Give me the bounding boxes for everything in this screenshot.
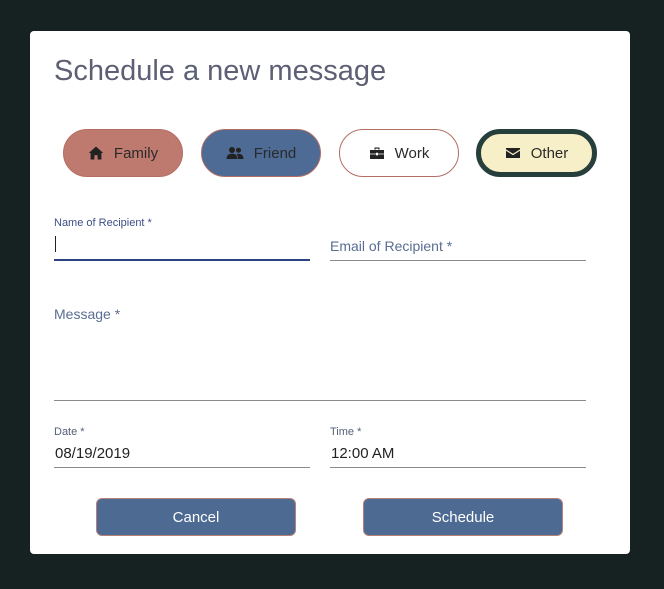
time-underline [330, 467, 586, 468]
time-label: Time * [330, 426, 362, 438]
category-friend-label: Friend [253, 144, 297, 162]
text-caret [55, 236, 56, 252]
time-value: 12:00 AM [331, 445, 395, 462]
users-icon [226, 145, 244, 161]
date-field[interactable]: Date * 08/19/2019 [54, 426, 310, 468]
category-work-button[interactable]: Work [339, 129, 459, 177]
briefcase-icon [369, 145, 385, 161]
message-underline [54, 400, 586, 401]
category-friend-button[interactable]: Friend [201, 129, 321, 177]
cancel-button[interactable]: Cancel [96, 498, 296, 536]
date-underline [54, 467, 310, 468]
schedule-button[interactable]: Schedule [363, 498, 563, 536]
recipient-email-field[interactable]: Email of Recipient * [330, 217, 586, 261]
category-other-button[interactable]: Other [476, 129, 597, 177]
category-other-label: Other [530, 144, 569, 162]
recipient-name-label: Name of Recipient * [54, 217, 152, 229]
category-family-label: Family [113, 144, 159, 162]
schedule-dialog: Schedule a new message Family Friend Wor… [30, 31, 630, 554]
category-work-label: Work [394, 144, 430, 162]
dialog-title: Schedule a new message [54, 55, 387, 87]
recipient-name-field[interactable]: Name of Recipient * [54, 217, 310, 261]
date-value: 08/19/2019 [55, 445, 131, 462]
time-field[interactable]: Time * 12:00 AM [330, 426, 586, 468]
home-icon [88, 145, 104, 161]
recipient-email-underline [330, 260, 586, 261]
message-label: Message * [54, 306, 121, 322]
category-family-button[interactable]: Family [63, 129, 183, 177]
message-field[interactable]: Message * [54, 303, 586, 401]
date-label: Date * [54, 426, 85, 438]
recipient-name-underline [54, 259, 310, 261]
recipient-email-label: Email of Recipient * [330, 238, 453, 254]
envelope-icon [505, 145, 521, 161]
